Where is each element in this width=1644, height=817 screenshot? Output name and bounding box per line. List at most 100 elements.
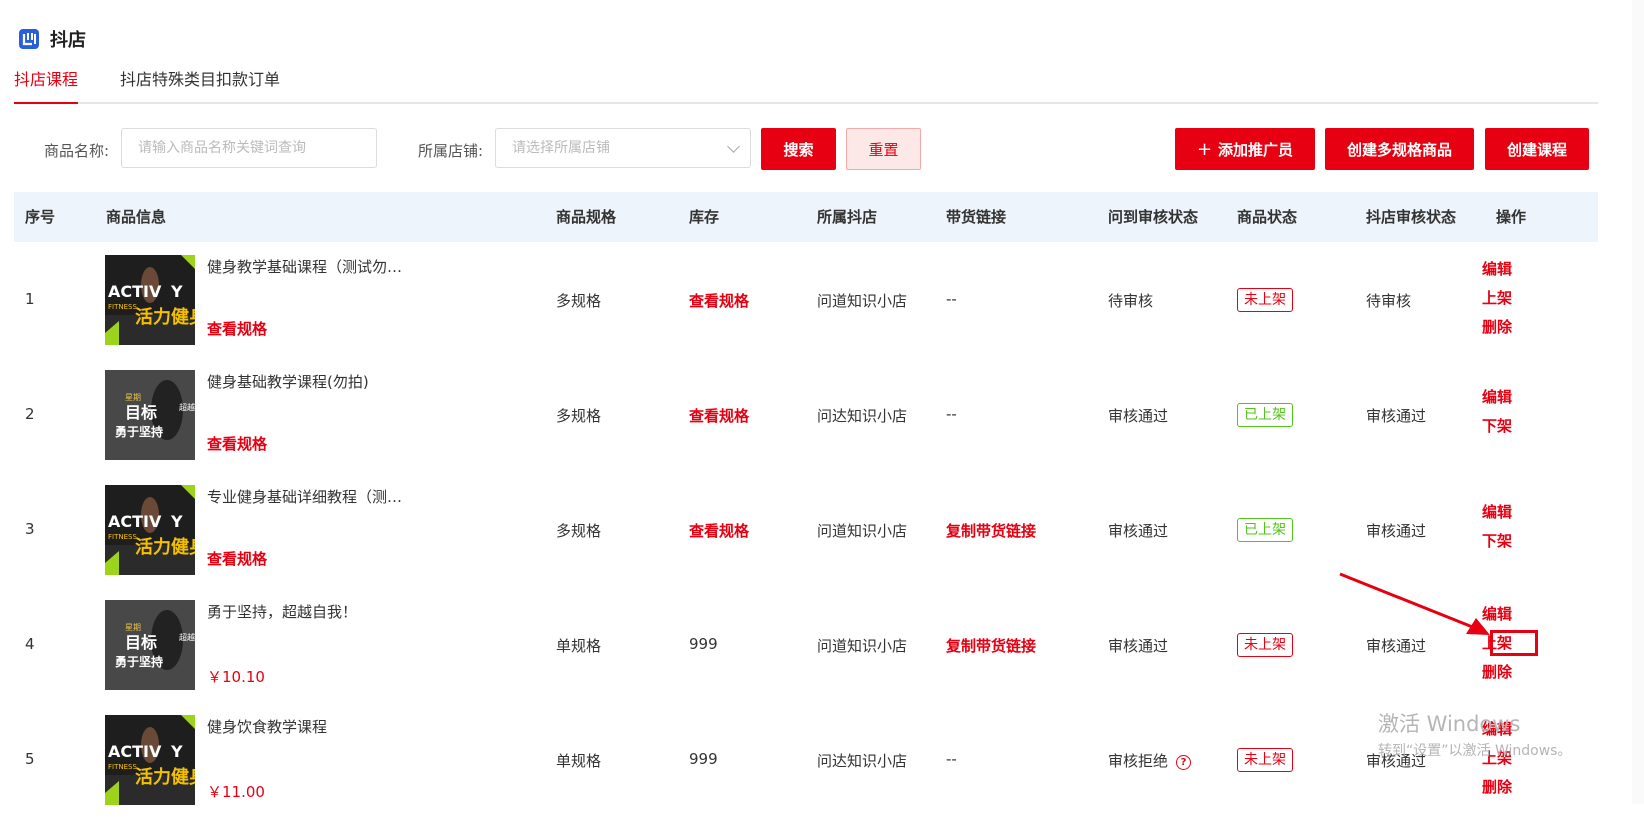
tab-special-deduction-orders[interactable]: 抖店特殊类目扣款订单 <box>120 68 280 102</box>
product-spec: 单规格 <box>556 752 602 770</box>
svg-text:ACTIV: ACTIV <box>108 512 162 531</box>
svg-text:FITNESS: FITNESS <box>108 533 137 541</box>
delete-button[interactable]: 删除 <box>1482 773 1512 802</box>
create-course-button[interactable]: 创建课程 <box>1485 128 1589 170</box>
col-index: 序号 <box>25 208 56 226</box>
row-index: 3 <box>25 520 35 538</box>
edit-button[interactable]: 编辑 <box>1482 383 1512 412</box>
product-name-label: 商品名称: <box>44 142 110 160</box>
review-status-text: 审核通过 <box>1108 522 1169 540</box>
col-stock: 库存 <box>689 208 720 226</box>
store-select[interactable]: 请选择所属店铺 <box>495 128 751 168</box>
store-name: 问道知识小店 <box>817 522 908 540</box>
col-store: 所属抖店 <box>817 208 878 226</box>
product-spec: 多规格 <box>556 407 602 425</box>
reset-button[interactable]: 重置 <box>846 128 921 170</box>
product-title[interactable]: 专业健身基础详细教程（测… <box>207 486 407 507</box>
windows-activation-watermark: 激活 Windows 转到“设置”以激活 Windows。 <box>1378 708 1571 760</box>
plus-icon: + <box>1196 138 1213 160</box>
table-row: 2 星期 目标 勇于坚持 超越 健身基础教学课程(勿拍) 查看规格 多规格 查看规格 问达知识小店… <box>14 357 1598 472</box>
stock-value: 999 <box>689 750 718 768</box>
link-empty: -- <box>946 405 957 423</box>
stock-view-spec-link[interactable]: 查看规格 <box>689 290 749 311</box>
product-price: ￥10.10 <box>207 668 265 686</box>
copy-link-button[interactable]: 复制带货链接 <box>946 635 1036 656</box>
copy-link-button[interactable]: 复制带货链接 <box>946 520 1036 541</box>
svg-text:Y: Y <box>170 282 183 301</box>
product-spec: 多规格 <box>556 522 602 540</box>
product-price: ￥11.00 <box>207 783 265 801</box>
status-badge: 已上架 <box>1237 518 1293 542</box>
dy-review-status: 审核通过 <box>1366 407 1427 425</box>
product-thumbnail[interactable]: 星期 目标 勇于坚持 超越 <box>105 600 195 690</box>
review-status: 待审核 <box>1108 290 1153 311</box>
stock-view-spec-link[interactable]: 查看规格 <box>689 405 749 426</box>
product-title[interactable]: 勇于坚持，超越自我！ <box>207 601 407 622</box>
scrollbar[interactable] <box>1632 0 1644 804</box>
row-actions: 编辑 下架 <box>1482 498 1512 556</box>
product-title[interactable]: 健身基础教学课程(勿拍) <box>207 371 407 392</box>
search-button[interactable]: 搜索 <box>761 128 836 170</box>
view-spec-link[interactable]: 查看规格 <box>207 318 267 339</box>
col-link: 带货链接 <box>946 208 1007 226</box>
link-empty: -- <box>946 290 957 308</box>
review-status-text: 待审核 <box>1108 292 1154 310</box>
view-spec-link[interactable]: 查看规格 <box>207 433 267 454</box>
dy-review-status: 审核通过 <box>1366 522 1427 540</box>
page-card: 抖店 抖店课程 抖店特殊类目扣款订单 商品名称: 请输入商品名称关键词查询 所属… <box>0 0 1632 805</box>
product-name-input[interactable]: 请输入商品名称关键词查询 <box>121 128 377 168</box>
question-icon[interactable]: ? <box>1176 755 1192 770</box>
take-off-shelf-button[interactable]: 下架 <box>1482 412 1512 441</box>
svg-text:活力健身: 活力健身 <box>135 766 195 788</box>
delete-button[interactable]: 删除 <box>1482 313 1512 342</box>
svg-text:FITNESS: FITNESS <box>108 303 137 311</box>
edit-button[interactable]: 编辑 <box>1482 255 1512 284</box>
col-dy-review-status: 抖店审核状态 <box>1366 208 1457 226</box>
delete-button[interactable]: 删除 <box>1482 658 1512 687</box>
row-actions: 编辑 上架 删除 <box>1482 255 1512 342</box>
store-name: 问道知识小店 <box>817 292 908 310</box>
stock-view-spec-link[interactable]: 查看规格 <box>689 520 749 541</box>
take-off-shelf-button[interactable]: 下架 <box>1482 527 1512 556</box>
add-promoter-button[interactable]: + 添加推广员 <box>1175 128 1315 170</box>
watermark-line2: 转到“设置”以激活 Windows。 <box>1378 743 1572 759</box>
list-on-shelf-button[interactable]: 上架 <box>1482 284 1512 313</box>
row-index: 4 <box>25 635 35 653</box>
review-status-text: 审核通过 <box>1108 637 1169 655</box>
view-spec-link[interactable]: 查看规格 <box>207 548 267 569</box>
watermark-line1: 激活 Windows <box>1378 712 1521 736</box>
svg-text:超越: 超越 <box>179 402 195 412</box>
edit-button[interactable]: 编辑 <box>1482 498 1512 527</box>
link-empty: -- <box>946 750 957 768</box>
product-thumbnail[interactable]: ACTIV Y 活力健身FITNESS <box>105 255 195 345</box>
product-thumbnail[interactable]: ACTIV Y 活力健身FITNESS <box>105 485 195 575</box>
create-multi-spec-button[interactable]: 创建多规格商品 <box>1325 128 1474 170</box>
table-header: 序号 商品信息 商品规格 库存 所属抖店 带货链接 问到审核状态 商品状态 抖店… <box>14 192 1598 242</box>
brand: 抖店 <box>18 26 86 52</box>
svg-text:目标: 目标 <box>125 403 157 422</box>
svg-text:超越: 超越 <box>179 632 195 642</box>
product-title[interactable]: 健身饮食教学课程 <box>207 716 407 737</box>
douyin-store-logo-icon <box>19 29 39 49</box>
tab-bar: 抖店课程 抖店特殊类目扣款订单 <box>14 68 1598 104</box>
table-row: 1ACTIVY活力健身FITNESS健身教学基础课程（测试勿…查看规格多规格查看… <box>14 242 1598 357</box>
tab-douyin-courses[interactable]: 抖店课程 <box>14 68 79 104</box>
product-title[interactable]: 健身教学基础课程（测试勿… <box>207 256 407 277</box>
review-status-text: 审核通过 <box>1108 407 1169 425</box>
svg-text:ACTIV: ACTIV <box>108 282 162 301</box>
row-actions: 编辑 下架 <box>1482 383 1512 441</box>
svg-text:Y: Y <box>170 512 183 531</box>
svg-text:星期: 星期 <box>125 393 141 402</box>
store-name: 问达知识小店 <box>817 752 908 770</box>
svg-text:Y: Y <box>170 742 183 761</box>
review-status: 审核通过 <box>1108 635 1168 656</box>
svg-text:星期: 星期 <box>125 623 141 632</box>
row-index: 2 <box>25 405 35 423</box>
col-product-info: 商品信息 <box>106 208 167 226</box>
store-name: 问道知识小店 <box>817 637 908 655</box>
col-product-status: 商品状态 <box>1237 208 1298 226</box>
col-spec: 商品规格 <box>556 208 617 226</box>
product-thumbnail[interactable]: 星期 目标 勇于坚持 超越 <box>105 370 195 460</box>
product-spec: 单规格 <box>556 637 602 655</box>
product-thumbnail[interactable]: ACTIV Y 活力健身FITNESS <box>105 715 195 805</box>
